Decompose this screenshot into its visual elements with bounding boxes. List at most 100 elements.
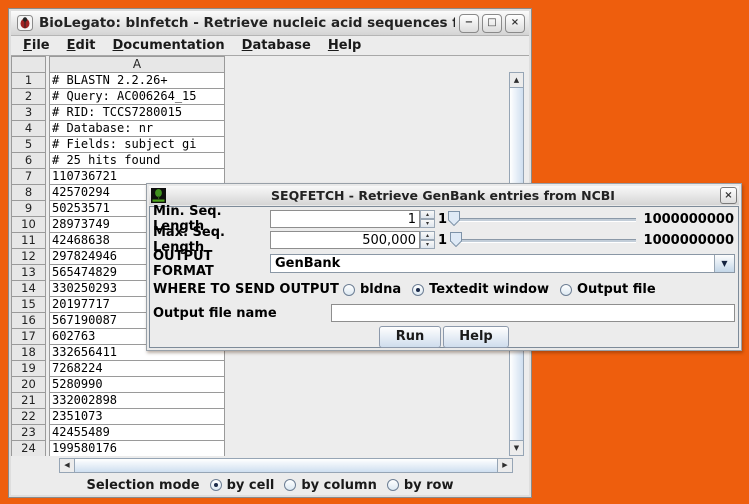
horizontal-scrollbar[interactable]: ◀ ▶ [59, 458, 513, 473]
row-header-cell[interactable]: 3 [11, 104, 46, 121]
min-seq-input[interactable] [270, 210, 420, 228]
radio-option-output-file[interactable]: Output file [560, 282, 656, 297]
dialog-content: Min. Seq. Length ▴ ▾ 1 1000000000 Max. S… [149, 206, 739, 348]
spinner-down-icon[interactable]: ▾ [420, 219, 435, 228]
radio-option-by-column[interactable]: by column [284, 478, 376, 493]
chevron-down-icon[interactable]: ▼ [714, 255, 734, 272]
table-cell[interactable]: 332002898 [49, 392, 225, 409]
menu-help[interactable]: Help [328, 38, 361, 53]
table-corner-cell [11, 56, 46, 73]
table-cell[interactable]: 7268224 [49, 360, 225, 377]
horizontal-scrollbar-thumb[interactable] [75, 459, 497, 472]
window-title: BioLegato: blnfetch - Retrieve nucleic a… [39, 15, 455, 31]
row-header-cell[interactable]: 15 [11, 296, 46, 313]
combobox-value: GenBank [271, 255, 714, 272]
spinner-down-icon[interactable]: ▾ [420, 240, 435, 249]
window-controls: − □ × [459, 14, 525, 33]
table-cell[interactable]: 199580176 [49, 440, 225, 456]
row-header-cell[interactable]: 12 [11, 248, 46, 265]
radio-icon [387, 479, 399, 491]
close-icon[interactable]: × [505, 14, 525, 33]
scroll-left-icon[interactable]: ◀ [60, 459, 75, 472]
row-header-cell[interactable]: 4 [11, 120, 46, 137]
table-cell[interactable]: # Query: AC006264_15 [49, 88, 225, 105]
slider-max-label: 1000000000 [638, 212, 735, 227]
spinner-up-icon[interactable]: ▴ [420, 231, 435, 240]
output-file-label: Output file name [153, 306, 331, 321]
help-button[interactable]: Help [443, 326, 509, 348]
row-header-cell[interactable]: 1 [11, 72, 46, 89]
table-cell[interactable]: # Database: nr [49, 120, 225, 137]
row-header-cell[interactable]: 11 [11, 232, 46, 249]
dialog-titlebar[interactable]: SEQFETCH - Retrieve GenBank entries from… [149, 186, 739, 205]
scroll-down-icon[interactable]: ▼ [510, 440, 523, 455]
table-cell[interactable]: 2351073 [49, 408, 225, 425]
table-row: 205280990 [11, 376, 529, 393]
row-header-cell[interactable]: 23 [11, 424, 46, 441]
table-cell[interactable]: # Fields: subject gi [49, 136, 225, 153]
min-seq-slider[interactable] [448, 210, 638, 228]
max-seq-slider[interactable] [448, 231, 638, 249]
slider-thumb-icon[interactable] [450, 232, 462, 247]
max-seq-input[interactable] [270, 231, 420, 249]
row-header-cell[interactable]: 16 [11, 312, 46, 329]
spinner-up-icon[interactable]: ▴ [420, 210, 435, 219]
output-file-input[interactable] [331, 304, 735, 322]
minimize-icon[interactable]: − [459, 14, 479, 33]
table-cell[interactable]: 5280990 [49, 376, 225, 393]
radio-option-textedit-window[interactable]: Textedit window [412, 282, 549, 297]
slider-track[interactable] [450, 218, 636, 222]
row-header-cell[interactable]: 6 [11, 152, 46, 169]
row-header-cell[interactable]: 22 [11, 408, 46, 425]
run-button[interactable]: Run [379, 326, 441, 348]
row-header-cell[interactable]: 14 [11, 280, 46, 297]
output-format-row: OUTPUT FORMAT GenBank ▼ [153, 253, 735, 274]
main-window-titlebar[interactable]: BioLegato: blnfetch - Retrieve nucleic a… [11, 11, 529, 36]
slider-thumb-icon[interactable] [448, 211, 460, 226]
table-cell[interactable]: # BLASTN 2.2.26+ [49, 72, 225, 89]
slider-track[interactable] [450, 239, 636, 243]
row-header-cell[interactable]: 10 [11, 216, 46, 233]
radio-option-bldna[interactable]: bldna [343, 282, 401, 297]
row-header-cell[interactable]: 18 [11, 344, 46, 361]
row-header-cell[interactable]: 13 [11, 264, 46, 281]
table-cell[interactable]: # RID: TCCS7280015 [49, 104, 225, 121]
min-seq-spinner: ▴ ▾ [420, 210, 435, 228]
table-row: 3# RID: TCCS7280015 [11, 104, 529, 121]
row-header-cell[interactable]: 24 [11, 440, 46, 456]
selection-mode-bar: Selection mode by cell by column by row [11, 475, 529, 495]
radio-icon [284, 479, 296, 491]
maximize-icon[interactable]: □ [482, 14, 502, 33]
row-header-cell[interactable]: 8 [11, 184, 46, 201]
radio-label: by column [301, 478, 376, 493]
table-cell[interactable]: 42455489 [49, 424, 225, 441]
menu-file[interactable]: File [23, 38, 50, 53]
table-row: 6# 25 hits found [11, 152, 529, 169]
row-header-cell[interactable]: 17 [11, 328, 46, 345]
dialog-close-icon[interactable]: × [720, 187, 737, 204]
scroll-up-icon[interactable]: ▲ [510, 73, 523, 88]
row-header-cell[interactable]: 2 [11, 88, 46, 105]
table-row: 24199580176 [11, 440, 529, 456]
table-cell[interactable]: # 25 hits found [49, 152, 225, 169]
menu-edit[interactable]: Edit [67, 38, 96, 53]
row-header-cell[interactable]: 9 [11, 200, 46, 217]
table-row: 4# Database: nr [11, 120, 529, 137]
slider-max-label: 1000000000 [638, 233, 735, 248]
slider-min-label: 1 [438, 233, 447, 248]
output-format-combobox[interactable]: GenBank ▼ [270, 254, 735, 273]
table-row: 2# Query: AC006264_15 [11, 88, 529, 105]
menu-database[interactable]: Database [242, 38, 311, 53]
column-header-a[interactable]: A [49, 56, 225, 73]
row-header-cell[interactable]: 7 [11, 168, 46, 185]
scroll-right-icon[interactable]: ▶ [497, 459, 512, 472]
row-header-cell[interactable]: 19 [11, 360, 46, 377]
row-header-cell[interactable]: 21 [11, 392, 46, 409]
max-seq-spinner: ▴ ▾ [420, 231, 435, 249]
row-header-cell[interactable]: 20 [11, 376, 46, 393]
menu-documentation[interactable]: Documentation [113, 38, 225, 53]
radio-option-by-cell[interactable]: by cell [210, 478, 275, 493]
radio-option-by-row[interactable]: by row [387, 478, 454, 493]
row-header-cell[interactable]: 5 [11, 136, 46, 153]
radio-icon [343, 284, 355, 296]
